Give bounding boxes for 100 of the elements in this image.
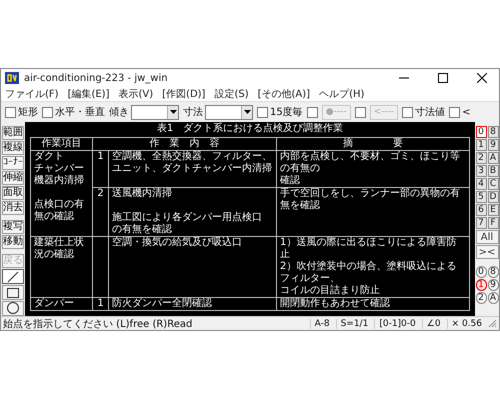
close-icon: [477, 73, 487, 83]
cell-text: 送風機内清掃: [112, 188, 173, 200]
checkbox[interactable]: [449, 106, 460, 118]
cell-text: 内部を点検し、不要材、ゴミ、ほこり等の有無の: [280, 151, 461, 174]
layer-button[interactable]: A: [488, 152, 498, 164]
status-message: 始点を指示してください (L)free (R)Read: [3, 318, 194, 330]
cell-text: 機器内清掃: [34, 175, 85, 187]
layer-button[interactable]: 7: [476, 217, 486, 229]
menu-item[interactable]: 表示(V): [118, 87, 154, 101]
cell-text: 防火ダンパー全閉確認: [112, 298, 213, 310]
tool-button[interactable]: 消去: [2, 201, 24, 216]
circle-tool-button[interactable]: [2, 301, 24, 316]
layer-mode-button[interactable]: All: [476, 230, 498, 244]
rectangle-tool-button[interactable]: [2, 285, 24, 300]
layer-button[interactable]: F: [488, 217, 498, 229]
checkbox-label: 矩形: [18, 106, 38, 119]
tool-button[interactable]: 範囲: [2, 126, 24, 140]
cell-text: ダンパー: [34, 298, 75, 310]
status-field: ∠0: [422, 318, 445, 328]
checkbox[interactable]: [402, 106, 414, 118]
drawing-canvas[interactable]: [25, 122, 475, 316]
menu-item[interactable]: [その他(A)]: [258, 87, 310, 101]
checkbox-label: 水平・垂直: [55, 106, 105, 119]
status-field: A-8: [310, 318, 334, 328]
cell-text: 1）送風の際に出るほこりによる障害防止: [280, 237, 458, 260]
menu-item[interactable]: [作図(D)]: [162, 87, 206, 101]
checkbox[interactable]: [257, 106, 268, 118]
line-tool-button[interactable]: [2, 269, 24, 284]
cell-text: 施工図により各ダンパー用点検口: [112, 212, 263, 224]
tool-button[interactable]: 複写: [2, 220, 24, 234]
cell-text: 開閉動作もあわせて確認: [280, 298, 391, 310]
tool-button[interactable]: 複線: [2, 141, 24, 156]
menu-item[interactable]: [編集(E)]: [68, 87, 110, 101]
line-icon: [7, 270, 19, 283]
checkbox[interactable]: [306, 106, 318, 118]
layer-button[interactable]: 9: [488, 139, 498, 151]
checkbox-label: <: [462, 106, 470, 118]
group-button[interactable]: 2: [476, 292, 486, 304]
cell-text: 空調・換気の給気及び吸込口: [112, 237, 243, 249]
cell-text: 2）吹付塗装中の場合、塗料吸込によるフィルター、: [280, 261, 458, 284]
tool-button[interactable]: 伸縮: [2, 171, 24, 186]
checkbox-label: 寸法値: [415, 106, 446, 119]
group-button[interactable]: 9: [488, 279, 498, 291]
column-header: 摘 要: [343, 138, 403, 149]
status-field: S=1/1: [336, 318, 372, 328]
menu-item[interactable]: 設定(S): [214, 87, 249, 101]
checkbox[interactable]: [354, 106, 366, 118]
window-title: air-conditioning-223 - jw_win: [24, 72, 168, 84]
circle-icon: [7, 302, 19, 314]
cell-text: 手で空回しをし、ランナー部の異物の有無を確認: [280, 188, 461, 212]
layer-button[interactable]: E: [488, 204, 498, 216]
cell-text: 空調機、全熱交換器、フィルター、: [112, 151, 273, 162]
app-logo-icon: [5, 72, 19, 84]
layer-mode-button[interactable]: ><: [476, 245, 498, 259]
menu-item[interactable]: ファイル(F): [5, 87, 59, 101]
dropdown[interactable]: [131, 104, 179, 120]
layer-button[interactable]: C: [488, 178, 498, 190]
cell-text: 建築仕上状: [34, 237, 85, 248]
menu-item[interactable]: ヘルプ(H): [319, 87, 364, 101]
checkbox[interactable]: [5, 106, 16, 118]
layer-button[interactable]: 4: [476, 178, 486, 190]
row-number: 1: [96, 298, 105, 310]
row-number: 1: [96, 151, 105, 163]
layer-button[interactable]: 6: [476, 204, 486, 216]
table-caption: 表1 ダクト系における点検及び調整作業: [156, 123, 344, 135]
column-header: 作業項目: [42, 138, 82, 149]
column-header: 作 業 内 容: [150, 138, 220, 149]
rectangle-icon: [7, 288, 19, 298]
group-button[interactable]: 8: [488, 266, 498, 278]
tool-button[interactable]: 面取: [2, 186, 24, 200]
cell-text: ダクト: [34, 151, 64, 163]
layer-button[interactable]: 1: [476, 139, 486, 151]
layer-button[interactable]: B: [488, 165, 498, 177]
cell-text: 況の確認: [34, 249, 75, 261]
dropdown-label: 寸法: [183, 106, 203, 119]
row-number: 2: [96, 188, 105, 200]
checkbox[interactable]: [42, 106, 53, 118]
layer-button[interactable]: 2: [476, 152, 486, 164]
tool-button[interactable]: ｺｰﾅｰ: [2, 156, 24, 170]
layer-button[interactable]: 0: [476, 126, 486, 138]
cell-text: 無の確認: [34, 211, 75, 223]
layer-button[interactable]: D: [488, 191, 498, 203]
group-button[interactable]: 0: [476, 266, 486, 278]
layer-button[interactable]: 3: [476, 165, 486, 177]
cell-text: チャンバー: [34, 163, 85, 174]
maximize-icon: [438, 73, 448, 83]
cell-text: ユニット、ダクトチャンバー内清掃: [112, 163, 273, 175]
resize-grip-icon: [488, 319, 497, 328]
group-button[interactable]: A: [488, 292, 498, 304]
dropdown-label: 傾き: [109, 106, 129, 119]
group-button[interactable]: 1: [476, 279, 486, 291]
checkbox-label: 15度毎: [270, 106, 303, 119]
cell-text: 確認: [280, 175, 301, 187]
layer-button[interactable]: 5: [476, 191, 486, 203]
tool-button[interactable]: 移動: [2, 235, 24, 250]
cell-text: の有無を確認: [112, 224, 173, 236]
dropdown[interactable]: [205, 104, 253, 120]
layer-button[interactable]: 8: [488, 126, 498, 138]
cell-text: 点検口の有: [34, 199, 85, 210]
cell-text: コイルの目詰まり防止: [280, 285, 380, 297]
